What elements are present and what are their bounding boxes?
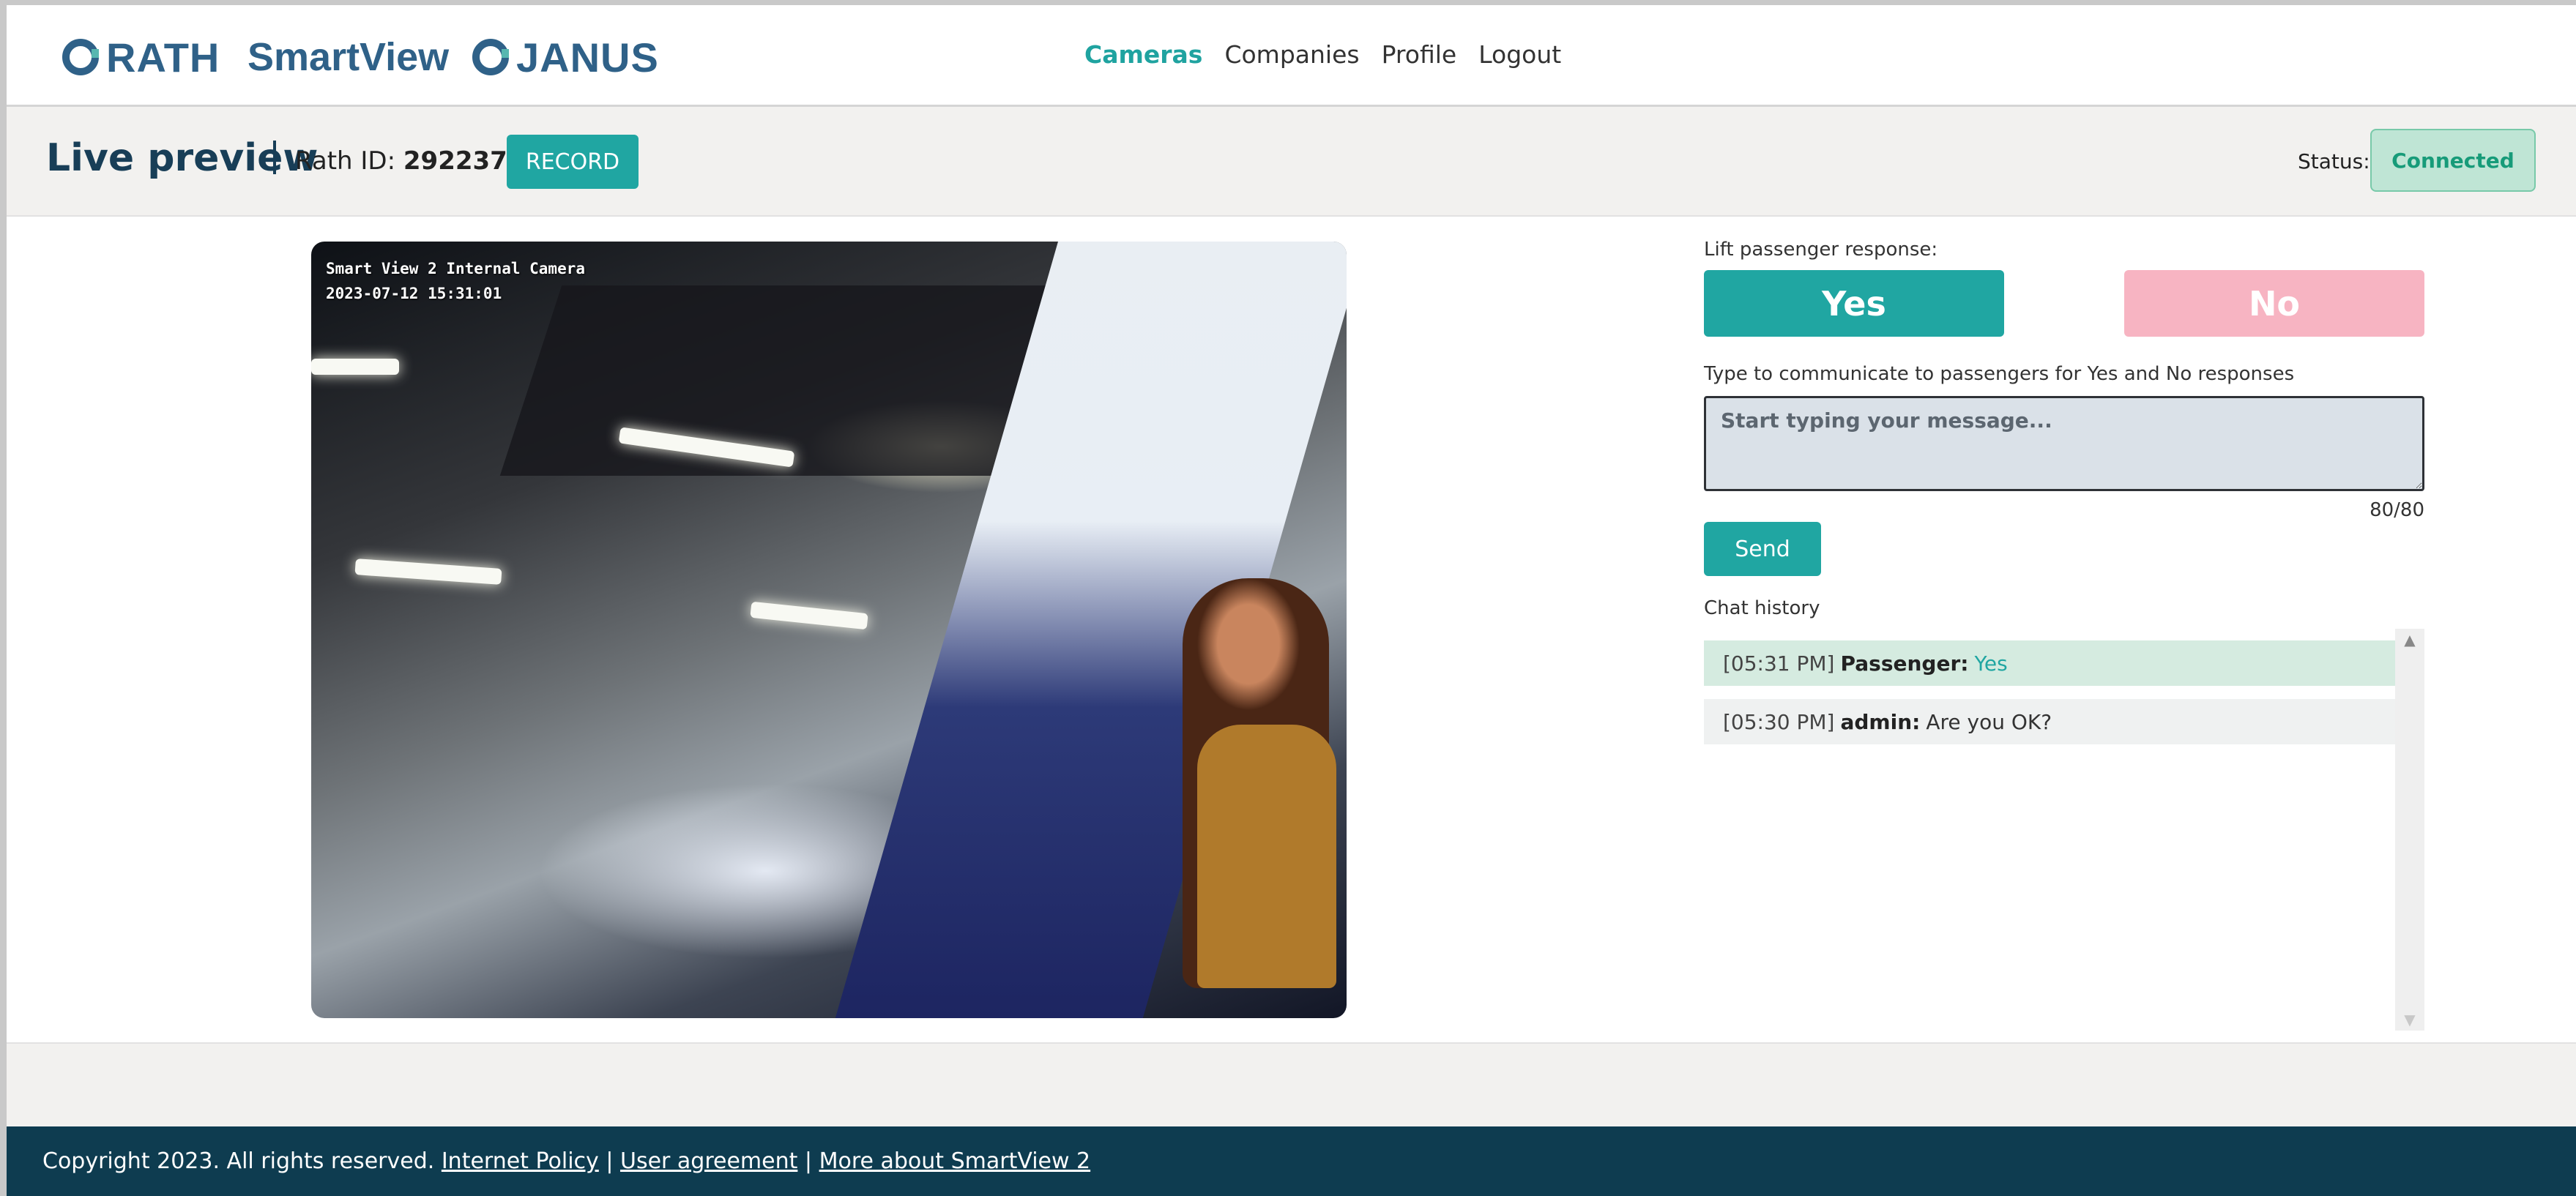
rath-id-label: Rath ID: — [295, 146, 396, 176]
footer-copyright: Copyright 2023. All rights reserved. — [42, 1148, 435, 1174]
chat-message-text: Yes — [1974, 651, 2008, 676]
window-frame-left — [0, 0, 7, 1196]
chat-message-text: Are you OK? — [1926, 709, 2052, 734]
send-button[interactable]: Send — [1704, 522, 1821, 576]
message-hint: Type to communicate to passengers for Ye… — [1704, 363, 2295, 385]
page-toolbar: Live preview Rath ID: 292237 RECORD Stat… — [7, 107, 2576, 217]
title-divider — [273, 141, 276, 174]
rath-logo-ring-icon — [62, 39, 99, 75]
page-footer: Copyright 2023. All rights reserved. Int… — [7, 1126, 2576, 1196]
char-counter: 80/80 — [2370, 499, 2424, 521]
no-button[interactable]: No — [2124, 270, 2424, 337]
chat-message-sender: Passenger: — [1840, 651, 1969, 676]
chat-scrollbar[interactable]: ▲ ▼ — [2395, 629, 2424, 1031]
janus-logo-text: JANUS — [516, 34, 659, 81]
status-label: Status: — [2298, 149, 2370, 173]
record-button[interactable]: RECORD — [507, 135, 639, 189]
response-label: Lift passenger response: — [1704, 239, 1938, 261]
live-camera-feed: Smart View 2 Internal Camera 2023-07-12 … — [311, 242, 1347, 1018]
nav-item-cameras[interactable]: Cameras — [1084, 40, 1202, 69]
janus-logo-ring-icon — [472, 39, 509, 75]
scroll-up-arrow-icon[interactable]: ▲ — [2395, 629, 2424, 651]
janus-logo[interactable]: JANUS — [472, 31, 659, 83]
message-input[interactable] — [1704, 396, 2424, 491]
camera-name: Smart View 2 Internal Camera — [326, 260, 586, 277]
main-content: Smart View 2 Internal Camera 2023-07-12 … — [7, 217, 2576, 1044]
main-nav: Cameras Companies Profile Logout — [1084, 40, 1561, 69]
footer-separator: | — [606, 1148, 614, 1174]
rath-logo[interactable]: RATH — [62, 31, 220, 83]
chat-message-sender: admin: — [1840, 709, 1921, 734]
chat-history[interactable]: [05:31 PM] Passenger: Yes [05:30 PM] adm… — [1704, 629, 2424, 1031]
rath-logo-text: RATH — [106, 34, 220, 81]
chat-message-time: [05:31 PM] — [1723, 651, 1835, 676]
camera-timestamp: 2023-07-12 15:31:01 — [326, 285, 502, 302]
camera-overlay-text: Smart View 2 Internal Camera 2023-07-12 … — [326, 256, 585, 306]
smartview-logo-text: SmartView — [247, 35, 450, 79]
footer-link-user-agreement[interactable]: User agreement — [620, 1148, 797, 1174]
footer-link-internet-policy[interactable]: Internet Policy — [442, 1148, 599, 1174]
footer-link-more-about[interactable]: More about SmartView 2 — [819, 1148, 1091, 1174]
chat-message: [05:30 PM] admin: Are you OK? — [1704, 699, 2395, 744]
page-title: Live preview — [46, 136, 319, 180]
window-frame-top — [0, 0, 2576, 5]
chat-message: [05:31 PM] Passenger: Yes — [1704, 640, 2395, 686]
footer-content: Copyright 2023. All rights reserved. Int… — [42, 1148, 1090, 1174]
smartview-logo[interactable]: SmartView — [247, 31, 449, 83]
yes-button[interactable]: Yes — [1704, 270, 2004, 337]
nav-item-profile[interactable]: Profile — [1382, 40, 1457, 69]
video-ceiling-light — [750, 601, 868, 630]
video-person — [1183, 578, 1336, 988]
chat-message-time: [05:30 PM] — [1723, 709, 1835, 734]
rath-id: Rath ID: 292237 — [295, 146, 507, 176]
response-panel: Lift passenger response: Yes No Type to … — [1704, 217, 2429, 1042]
nav-item-companies[interactable]: Companies — [1224, 40, 1359, 69]
top-header: RATH SmartView JANUS Cameras Companies P… — [7, 5, 2576, 107]
chat-history-label: Chat history — [1704, 597, 1820, 619]
status-badge: Connected — [2370, 129, 2536, 192]
nav-item-logout[interactable]: Logout — [1478, 40, 1561, 69]
scroll-down-arrow-icon[interactable]: ▼ — [2395, 1009, 2424, 1031]
footer-separator: | — [804, 1148, 813, 1174]
rath-id-value: 292237 — [403, 146, 507, 176]
video-ceiling-light — [354, 558, 502, 585]
video-ceiling-light — [311, 359, 399, 375]
